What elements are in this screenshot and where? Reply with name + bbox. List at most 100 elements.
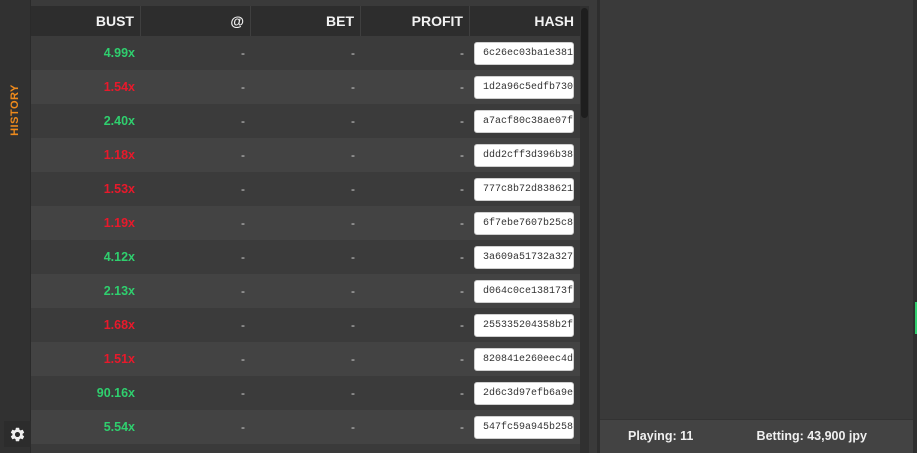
- cashout-at-value: -: [241, 216, 245, 230]
- profit-value: -: [460, 284, 464, 298]
- bet-value: -: [351, 420, 355, 434]
- profit-value: -: [460, 148, 464, 162]
- settings-button[interactable]: [4, 421, 31, 447]
- bet-value: -: [351, 318, 355, 332]
- hash-cell: 6f7ebe7607b25c8c: [470, 206, 580, 240]
- cashout-at-value: -: [241, 80, 245, 94]
- column-header-bet: BET: [251, 6, 361, 36]
- profit-value: -: [460, 318, 464, 332]
- cashout-at-value: -: [241, 284, 245, 298]
- bet-value: -: [351, 182, 355, 196]
- table-row: 5.54x - - -547fc59a945b258c: [31, 410, 580, 444]
- cashout-at-value: -: [241, 420, 245, 434]
- profit-value: -: [460, 46, 464, 60]
- bet-value: -: [351, 352, 355, 366]
- table-body: 4.99x - - -6c26ec03ba1e381c 1.54x - - -1d2a96c5…: [31, 36, 580, 453]
- window-right-edge: [913, 0, 917, 453]
- hash-field[interactable]: 6c26ec03ba1e381c: [474, 41, 574, 65]
- table-row: 2.40x---a7acf80c38ae07f5c: [31, 104, 580, 138]
- hash-field[interactable]: d064c0ce138173f6: [474, 279, 574, 303]
- cashout-at-value: -: [241, 318, 245, 332]
- hash-cell: 2d6c3d97efb6a9e: [470, 376, 580, 410]
- bust-value: 1.53x: [103, 182, 135, 196]
- table-row: 1.53x - - -777c8b72d838621: [31, 172, 580, 206]
- cashout-at-value: -: [241, 250, 245, 264]
- hash-cell: d064c0ce138173f6: [470, 274, 580, 308]
- bet-value: -: [351, 216, 355, 230]
- hash-cell: 1d2a96c5edfb730c: [470, 70, 580, 104]
- hash-cell: 255335204358b2f: [470, 308, 580, 342]
- hash-field[interactable]: 777c8b72d838621: [474, 177, 574, 201]
- table-row: 2.13x - - - d064c0ce138173f6: [31, 274, 580, 308]
- side-tab-strip: HISTORY: [0, 0, 31, 453]
- table-row: 4.12x - - -3a609a51732a327: [31, 240, 580, 274]
- table-row: 4.99x - - -6c26ec03ba1e381c: [31, 36, 580, 70]
- bet-value: -: [351, 386, 355, 400]
- history-tab-label: HISTORY: [9, 84, 22, 136]
- scrollbar-thumb[interactable]: [581, 8, 588, 118]
- table-row: 90.16x - - -2d6c3d97efb6a9e: [31, 376, 580, 410]
- bust-value: 2.13x: [103, 284, 135, 298]
- hash-field[interactable]: 3a609a51732a327: [474, 245, 574, 269]
- bet-value: -: [351, 284, 355, 298]
- bust-value: 1.68x: [103, 318, 135, 332]
- profit-value: -: [460, 216, 464, 230]
- hash-cell: 820841e260eec4d: [470, 342, 580, 376]
- history-tab[interactable]: HISTORY: [6, 80, 24, 140]
- profit-value: -: [460, 352, 464, 366]
- bust-value: 4.99x: [103, 46, 135, 60]
- hash-field[interactable]: 2d6c3d97efb6a9e: [474, 381, 574, 405]
- profit-value: -: [460, 386, 464, 400]
- bust-value: 1.19x: [103, 216, 135, 230]
- bust-value: 4.12x: [103, 250, 135, 264]
- hash-field[interactable]: 1d2a96c5edfb730c: [474, 75, 574, 99]
- game-screen: HISTORY BUST @ BET PROFIT HASH 4.99x - - - 6…: [0, 0, 917, 453]
- table-row: 1.54x - - -1d2a96c5edfb730c: [31, 70, 580, 104]
- cashout-at-value: -: [241, 352, 245, 366]
- hash-field[interactable]: 6f7ebe7607b25c8c: [474, 211, 574, 235]
- bet-value: -: [351, 148, 355, 162]
- bust-value: 2.40x: [103, 114, 135, 128]
- table-row: 1.19x - - -6f7ebe7607b25c8c: [31, 206, 580, 240]
- profit-value: -: [460, 80, 464, 94]
- column-header-profit: PROFIT: [361, 6, 470, 36]
- bust-value: 1.54x: [103, 80, 135, 94]
- hash-cell: 6c26ec03ba1e381c: [470, 36, 580, 70]
- hash-field[interactable]: ddd2cff3d396b387: [474, 143, 574, 167]
- cashout-at-value: -: [241, 386, 245, 400]
- hash-cell: 547fc59a945b258c: [470, 410, 580, 444]
- table-header: BUST @ BET PROFIT HASH: [31, 6, 580, 36]
- cashout-at-value: -: [241, 114, 245, 128]
- bust-value: 1.18x: [103, 148, 135, 162]
- cashout-at-value: -: [241, 182, 245, 196]
- hash-cell: 777c8b72d838621: [470, 172, 580, 206]
- bet-value: -: [351, 46, 355, 60]
- table-row: 1.51x - - -820841e260eec4d: [31, 342, 580, 376]
- column-header-hash: HASH: [534, 13, 574, 29]
- bust-value: 1.51x: [103, 352, 135, 366]
- history-table: BUST @ BET PROFIT HASH 4.99x - - - 6c26ec03b…: [31, 6, 580, 453]
- cashout-at-value: -: [241, 148, 245, 162]
- column-header-at: @: [141, 6, 251, 36]
- hash-field[interactable]: 820841e260eec4d: [474, 347, 574, 371]
- bet-value: -: [351, 250, 355, 264]
- cashout-at-value: -: [241, 46, 245, 60]
- playing-count: Playing: 11: [628, 429, 694, 443]
- bet-value: -: [351, 80, 355, 94]
- profit-value: -: [460, 114, 464, 128]
- table-row: 1.68x - - -255335204358b2f: [31, 308, 580, 342]
- hash-cell: ddd2cff3d396b387: [470, 138, 580, 172]
- bust-value: 90.16x: [96, 386, 135, 400]
- table-row: 1.18x - - - ddd2cff3d396b387: [31, 138, 580, 172]
- hash-field[interactable]: a7acf80c38ae07f5c: [474, 109, 574, 133]
- hash-cell: 3a609a51732a327: [470, 240, 580, 274]
- status-bar: Playing: 11 Betting: 43,900 jpy: [600, 419, 917, 453]
- hash-field[interactable]: 547fc59a945b258c: [474, 415, 574, 439]
- hash-field[interactable]: 255335204358b2f: [474, 313, 574, 337]
- profit-value: -: [460, 182, 464, 196]
- column-header-bust: BUST: [31, 6, 141, 36]
- gear-icon: [10, 427, 25, 441]
- history-scrollbar[interactable]: [580, 6, 589, 453]
- profit-value: -: [460, 250, 464, 264]
- betting-total: Betting: 43,900 jpy: [756, 429, 867, 443]
